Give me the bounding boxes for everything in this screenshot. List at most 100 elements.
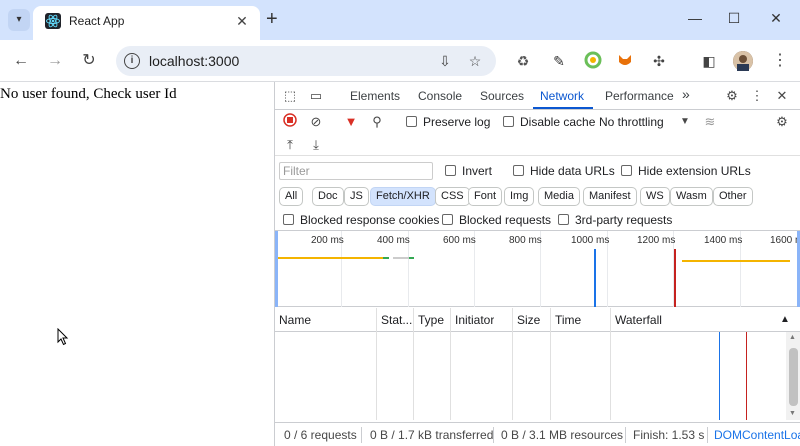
timeline-tick: 800 ms	[509, 235, 542, 246]
network-conditions-icon[interactable]: ≋	[701, 113, 719, 131]
new-tab-button[interactable]: +	[266, 8, 278, 31]
invert-checkbox[interactable]	[445, 165, 456, 176]
inspect-element-icon[interactable]: ⬚	[281, 87, 299, 105]
side-panel-icon[interactable]: ◧	[699, 51, 719, 71]
bookmark-star-icon[interactable]: ☆	[466, 52, 484, 70]
hide-data-urls-checkbox[interactable]	[513, 165, 524, 176]
dom-content-loaded-time: DOMContentLoa	[714, 428, 800, 442]
blocked-response-cookies-checkbox[interactable]	[283, 214, 294, 225]
column-initiator[interactable]: Initiator	[455, 313, 494, 327]
site-info-icon[interactable]: i	[124, 53, 140, 69]
preserve-log-label: Preserve log	[423, 115, 491, 129]
hide-extension-urls-checkbox[interactable]	[621, 165, 632, 176]
fox-extension-icon[interactable]	[615, 51, 635, 71]
network-settings-icon[interactable]: ⚙	[773, 113, 791, 131]
chip-img[interactable]: Img	[504, 187, 535, 206]
back-button[interactable]: ←	[10, 50, 32, 72]
column-divider[interactable]	[376, 308, 377, 420]
color-wheel-extension-icon[interactable]	[583, 51, 603, 71]
address-bar[interactable]: i localhost:3000 ⇩ ☆	[116, 46, 496, 76]
third-party-requests-checkbox[interactable]	[558, 214, 569, 225]
clear-icon[interactable]: ⊘	[307, 113, 325, 131]
filter-input[interactable]: Filter	[279, 162, 433, 180]
reload-button[interactable]: ↻	[78, 50, 100, 72]
column-divider[interactable]	[550, 308, 551, 420]
export-har-icon[interactable]: ⤓	[307, 136, 325, 154]
chip-media[interactable]: Media	[538, 187, 580, 206]
tab-sources[interactable]: Sources	[480, 89, 524, 103]
network-overview-timeline[interactable]: 200 ms 400 ms 600 ms 800 ms 1000 ms 1200…	[275, 231, 800, 307]
preserve-log-checkbox[interactable]	[406, 116, 417, 127]
overview-range-handle-left[interactable]	[275, 231, 278, 307]
table-scrollbar[interactable]: ▲ ▼	[786, 332, 800, 420]
devtools-panel: ⬚ ▭ Elements Console Sources Network Per…	[274, 82, 800, 446]
tab-elements[interactable]: Elements	[350, 89, 400, 103]
timeline-tick: 1000 ms	[571, 235, 610, 246]
throttling-select[interactable]: No throttling	[599, 115, 664, 129]
chip-font[interactable]: Font	[468, 187, 503, 206]
chip-wasm[interactable]: Wasm	[670, 187, 713, 206]
third-party-requests-label: 3rd-party requests	[575, 213, 673, 227]
close-devtools-icon[interactable]: ✕	[773, 87, 791, 105]
url-text[interactable]: localhost:3000	[149, 53, 239, 69]
scroll-down-icon[interactable]: ▼	[789, 410, 796, 417]
recycle-extension-icon[interactable]: ♻	[513, 51, 533, 71]
disable-cache-checkbox[interactable]	[503, 116, 514, 127]
hide-extension-urls-label: Hide extension URLs	[638, 164, 751, 178]
forward-button[interactable]: →	[44, 50, 66, 72]
extensions-puzzle-icon[interactable]: ✣	[649, 51, 669, 71]
column-status[interactable]: Stat...	[381, 313, 412, 327]
chip-ws[interactable]: WS	[640, 187, 670, 206]
minimize-icon[interactable]: —	[683, 8, 707, 28]
tab-network[interactable]: Network	[540, 89, 584, 103]
column-divider[interactable]	[413, 308, 414, 420]
column-name[interactable]: Name	[279, 313, 311, 327]
chip-other[interactable]: Other	[713, 187, 753, 206]
column-size[interactable]: Size	[517, 313, 540, 327]
timeline-tick: 1200 ms	[637, 235, 676, 246]
column-divider[interactable]	[610, 308, 611, 420]
devtools-menu-icon[interactable]: ⋮	[748, 87, 766, 105]
finish-time: Finish: 1.53 s	[633, 428, 705, 442]
blocked-requests-checkbox[interactable]	[442, 214, 453, 225]
settings-gear-icon[interactable]: ⚙	[723, 87, 741, 105]
throttling-dropdown-icon[interactable]: ▼	[676, 113, 694, 131]
column-waterfall[interactable]: Waterfall	[615, 313, 662, 327]
window-close-icon[interactable]: ✕	[764, 8, 788, 28]
tab-performance[interactable]: Performance	[605, 89, 674, 103]
chip-manifest[interactable]: Manifest	[583, 187, 637, 206]
browser-tab[interactable]: React App ✕	[33, 6, 260, 40]
tab-search-icon[interactable]: ▾	[8, 9, 30, 31]
column-type[interactable]: Type	[418, 313, 444, 327]
tab-console[interactable]: Console	[418, 89, 462, 103]
device-toolbar-icon[interactable]: ▭	[307, 87, 325, 105]
hide-data-urls-label: Hide data URLs	[530, 164, 615, 178]
filter-funnel-icon[interactable]: ▼	[342, 113, 360, 131]
more-tabs-icon[interactable]: »	[682, 86, 690, 102]
scrollbar-thumb[interactable]	[789, 348, 798, 406]
waterfall-load-line	[746, 332, 747, 420]
browser-menu-icon[interactable]: ⋮	[770, 51, 790, 71]
chip-js[interactable]: JS	[344, 187, 369, 206]
maximize-icon[interactable]: ☐	[722, 8, 746, 28]
search-icon[interactable]: ⚲	[368, 113, 386, 131]
chip-css[interactable]: CSS	[435, 187, 470, 206]
column-divider[interactable]	[512, 308, 513, 420]
install-app-icon[interactable]: ⇩	[436, 52, 454, 70]
invert-label: Invert	[462, 164, 493, 178]
eyedropper-extension-icon[interactable]: ✎	[549, 51, 569, 71]
column-time[interactable]: Time	[555, 313, 581, 327]
import-har-icon[interactable]: ⤒	[281, 136, 299, 154]
chip-all[interactable]: All	[279, 187, 304, 206]
chip-fetch-xhr[interactable]: Fetch/XHR	[370, 187, 436, 206]
record-stop-icon[interactable]	[281, 113, 299, 131]
waterfall-dcl-line	[719, 332, 720, 420]
chip-doc[interactable]: Doc	[312, 187, 344, 206]
load-event-line	[674, 249, 676, 307]
profile-avatar[interactable]	[733, 51, 753, 71]
scroll-up-icon[interactable]: ▲	[789, 334, 796, 341]
sort-ascending-icon[interactable]: ▲	[780, 314, 790, 325]
transferred-size: 0 B / 1.7 kB transferred	[370, 428, 494, 442]
tab-close-icon[interactable]: ✕	[233, 12, 251, 30]
column-divider[interactable]	[450, 308, 451, 420]
